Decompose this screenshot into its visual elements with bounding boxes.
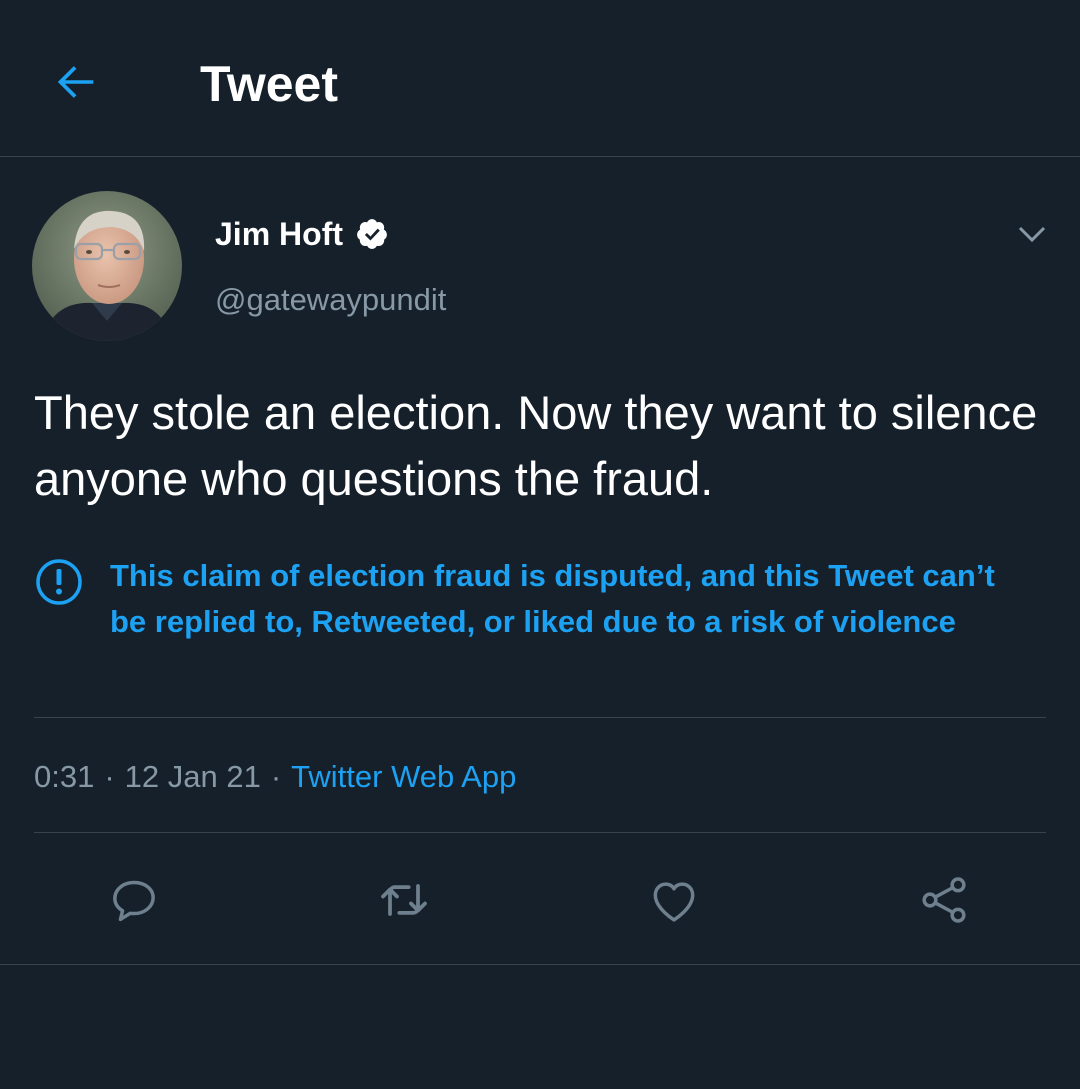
tweet-meta: 0:31 · 12 Jan 21 · Twitter Web App (34, 755, 516, 799)
tweet-text: They stole an election. Now they want to… (34, 386, 1038, 505)
meta-separator: · (270, 759, 282, 794)
divider (34, 832, 1046, 833)
exclamation-circle-icon (36, 559, 82, 605)
verified-badge-icon (357, 219, 387, 249)
user-avatar-image (32, 191, 182, 341)
author-name[interactable]: Jim Hoft (215, 213, 389, 255)
back-button[interactable] (44, 50, 108, 114)
chevron-down-icon (1018, 226, 1046, 243)
tweet-source-link[interactable]: Twitter Web App (291, 759, 516, 794)
tweet-time: 0:31 (34, 759, 95, 794)
reply-button[interactable] (106, 872, 162, 928)
reply-icon (113, 880, 155, 922)
share-icon (922, 877, 966, 923)
top-bar: Tweet (0, 0, 1080, 157)
avatar[interactable] (32, 191, 182, 341)
page-title: Tweet (200, 56, 338, 112)
arrow-left-icon (57, 66, 94, 98)
tweet-menu-button[interactable] (1010, 212, 1054, 256)
retweet-button[interactable] (376, 872, 432, 928)
heart-icon (653, 882, 695, 922)
share-button[interactable] (916, 872, 972, 928)
author-handle: @gatewaypundit (215, 282, 447, 317)
disputed-notice-link[interactable]: This claim of election fraud is disputed… (110, 553, 1030, 645)
divider (0, 964, 1080, 965)
display-name-text: Jim Hoft (215, 216, 343, 252)
meta-separator: · (104, 759, 115, 794)
retweet-icon (381, 884, 427, 916)
tweet-date: 12 Jan 21 (124, 759, 261, 794)
like-button[interactable] (646, 872, 702, 928)
divider (34, 717, 1046, 718)
